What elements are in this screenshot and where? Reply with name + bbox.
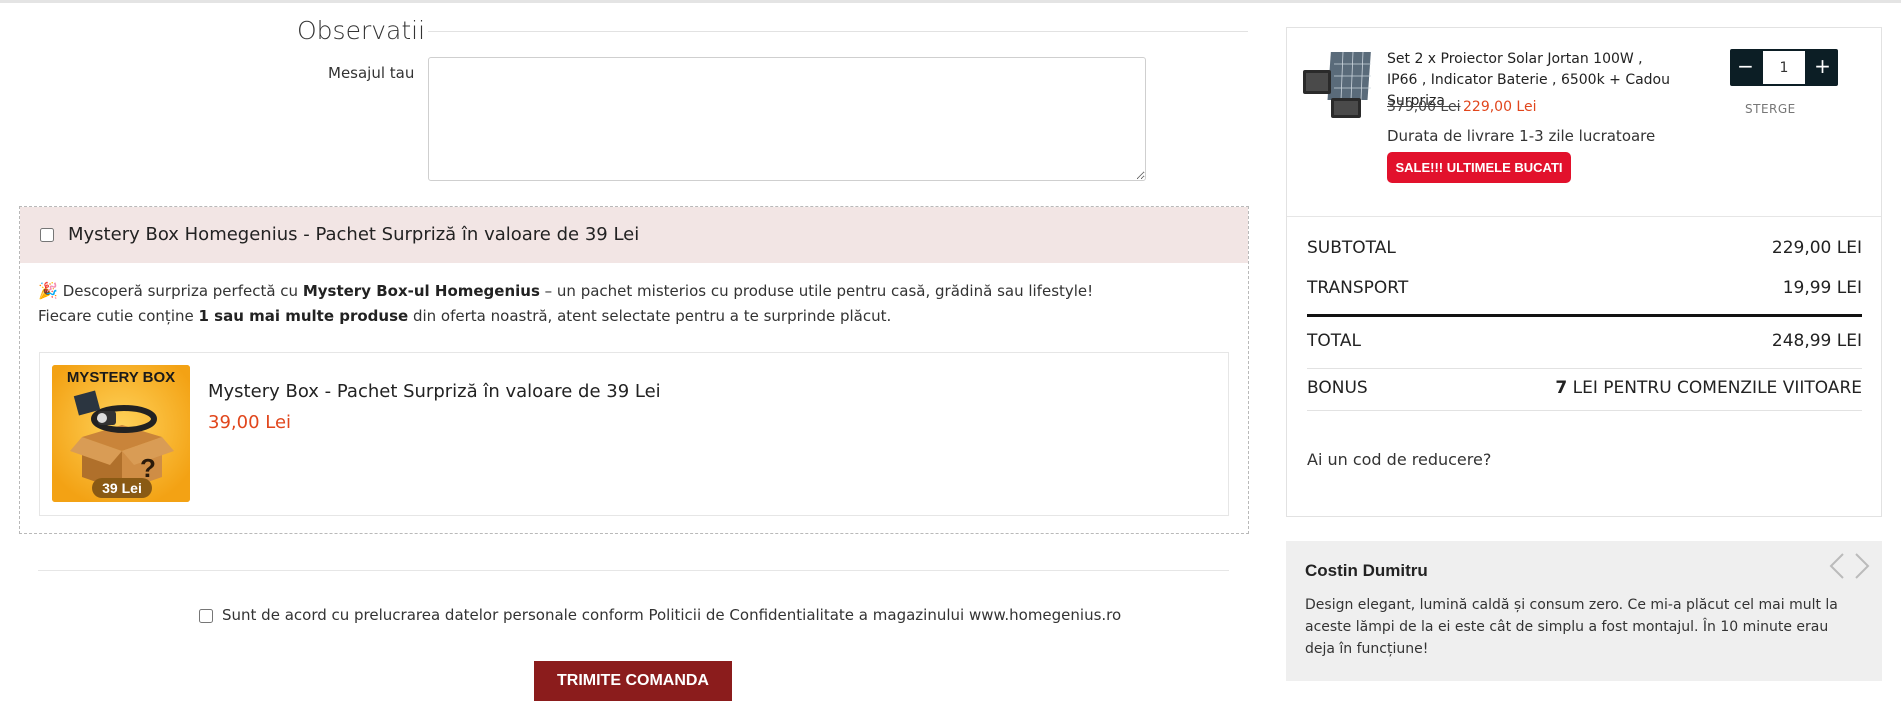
subtotal-value: 229,00 LEI: [1771, 238, 1862, 258]
desc-text: – un pachet misterios cu produse utile p…: [539, 282, 1094, 300]
mystery-box-product-name: Mystery Box - Pachet Surpriză în valoare…: [208, 381, 661, 402]
total-label: TOTAL: [1307, 331, 1361, 351]
party-popper-icon: 🎉: [38, 281, 58, 300]
transport-value: 19,99 LEI: [1782, 278, 1862, 298]
delivery-time: Durata de livrare 1-3 zile lucratoare: [1387, 127, 1656, 145]
total-divider: [1307, 314, 1862, 317]
section-divider: [38, 570, 1229, 571]
cart-summary: Set 2 x Proiector Solar Jortan 100W , IP…: [1286, 27, 1882, 517]
mystery-box-image-price: 39 Lei: [92, 478, 152, 498]
mystery-box-product-price: 39,00 Lei: [208, 412, 292, 433]
mystery-box-offer: Mystery Box Homegenius - Pachet Surpriză…: [19, 206, 1249, 534]
sale-badge: SALE!!! ULTIMELE BUCATI: [1387, 152, 1571, 183]
mystery-box-image: ? MYSTERY BOX 39 Lei: [52, 365, 190, 502]
cart-price-new: 229,00 Lei: [1463, 99, 1537, 115]
remove-item-link[interactable]: STERGE: [1745, 102, 1796, 116]
privacy-agree-label[interactable]: Sunt de acord cu prelucrarea datelor per…: [222, 606, 1121, 624]
message-label: Mesajul tau: [328, 64, 415, 82]
bonus-divider-bottom: [1307, 410, 1862, 411]
bonus-text: LEI PENTRU COMENZILE VIITOARE: [1567, 378, 1862, 398]
quantity-stepper: − +: [1730, 49, 1838, 86]
desc-bold: 1 sau mai multe produse: [198, 307, 409, 325]
top-divider: [0, 0, 1901, 3]
bonus-label: BONUS: [1307, 378, 1368, 398]
mystery-box-desc-line1: 🎉 Descoperă surpriza perfectă cu Mystery…: [38, 278, 1093, 304]
mystery-box-header-label[interactable]: Mystery Box Homegenius - Pachet Surpriză…: [68, 224, 639, 245]
privacy-agree-checkbox[interactable]: [199, 609, 213, 623]
desc-text: Fiecare cutie conține: [38, 307, 199, 325]
mystery-box-image-title: MYSTERY BOX: [66, 369, 176, 386]
bonus-amount: 7: [1555, 378, 1568, 398]
mystery-box-header: Mystery Box Homegenius - Pachet Surpriză…: [20, 207, 1248, 263]
review-author: Costin Dumitru: [1305, 561, 1428, 580]
mystery-box-description: 🎉 Descoperă surpriza perfectă cu Mystery…: [38, 278, 1093, 329]
quantity-input[interactable]: [1763, 51, 1805, 84]
desc-text: Descoperă surpriza perfectă cu: [62, 282, 303, 300]
transport-row: TRANSPORT 19,99 LEI: [1307, 278, 1862, 298]
bonus-value: 7 LEI PENTRU COMENZILE VIITOARE: [1555, 378, 1862, 398]
product-image: [1303, 51, 1371, 118]
total-value: 248,99 LEI: [1771, 331, 1862, 351]
desc-bold: Mystery Box-ul Homegenius: [302, 282, 540, 300]
mystery-box-desc-line2: Fiecare cutie conține 1 sau mai multe pr…: [38, 304, 1093, 329]
observatii-rule: [428, 31, 1248, 32]
total-row: TOTAL 248,99 LEI: [1307, 331, 1862, 351]
mystery-box-product-card: ? MYSTERY BOX 39 Lei Mystery Box - Pache…: [39, 352, 1229, 516]
quantity-plus-button[interactable]: +: [1807, 49, 1838, 86]
bonus-divider-top: [1307, 368, 1862, 369]
subtotal-row: SUBTOTAL 229,00 LEI: [1307, 238, 1862, 258]
transport-label: TRANSPORT: [1307, 278, 1409, 298]
chevron-right-icon[interactable]: [1851, 551, 1873, 581]
message-textarea[interactable]: [428, 57, 1146, 181]
quantity-minus-button[interactable]: −: [1730, 49, 1761, 86]
mystery-box-checkbox[interactable]: [40, 228, 54, 242]
coupon-link[interactable]: Ai un cod de reducere?: [1307, 450, 1491, 469]
desc-text: din oferta noastră, atent selectate pent…: [408, 307, 892, 325]
bonus-row: BONUS 7 LEI PENTRU COMENZILE VIITOARE: [1307, 378, 1862, 398]
cart-item-divider: [1287, 216, 1881, 217]
observatii-title: Observatii: [297, 16, 426, 45]
submit-order-button[interactable]: TRIMITE COMANDA: [534, 661, 732, 701]
cart-price-old: 379,00 Lei: [1387, 99, 1461, 115]
subtotal-label: SUBTOTAL: [1307, 238, 1396, 258]
review-text: Design elegant, lumină caldă și consum z…: [1305, 597, 1838, 657]
customer-review: Costin Dumitru Design elegant, lumină ca…: [1286, 541, 1882, 681]
chevron-left-icon[interactable]: [1826, 551, 1848, 581]
